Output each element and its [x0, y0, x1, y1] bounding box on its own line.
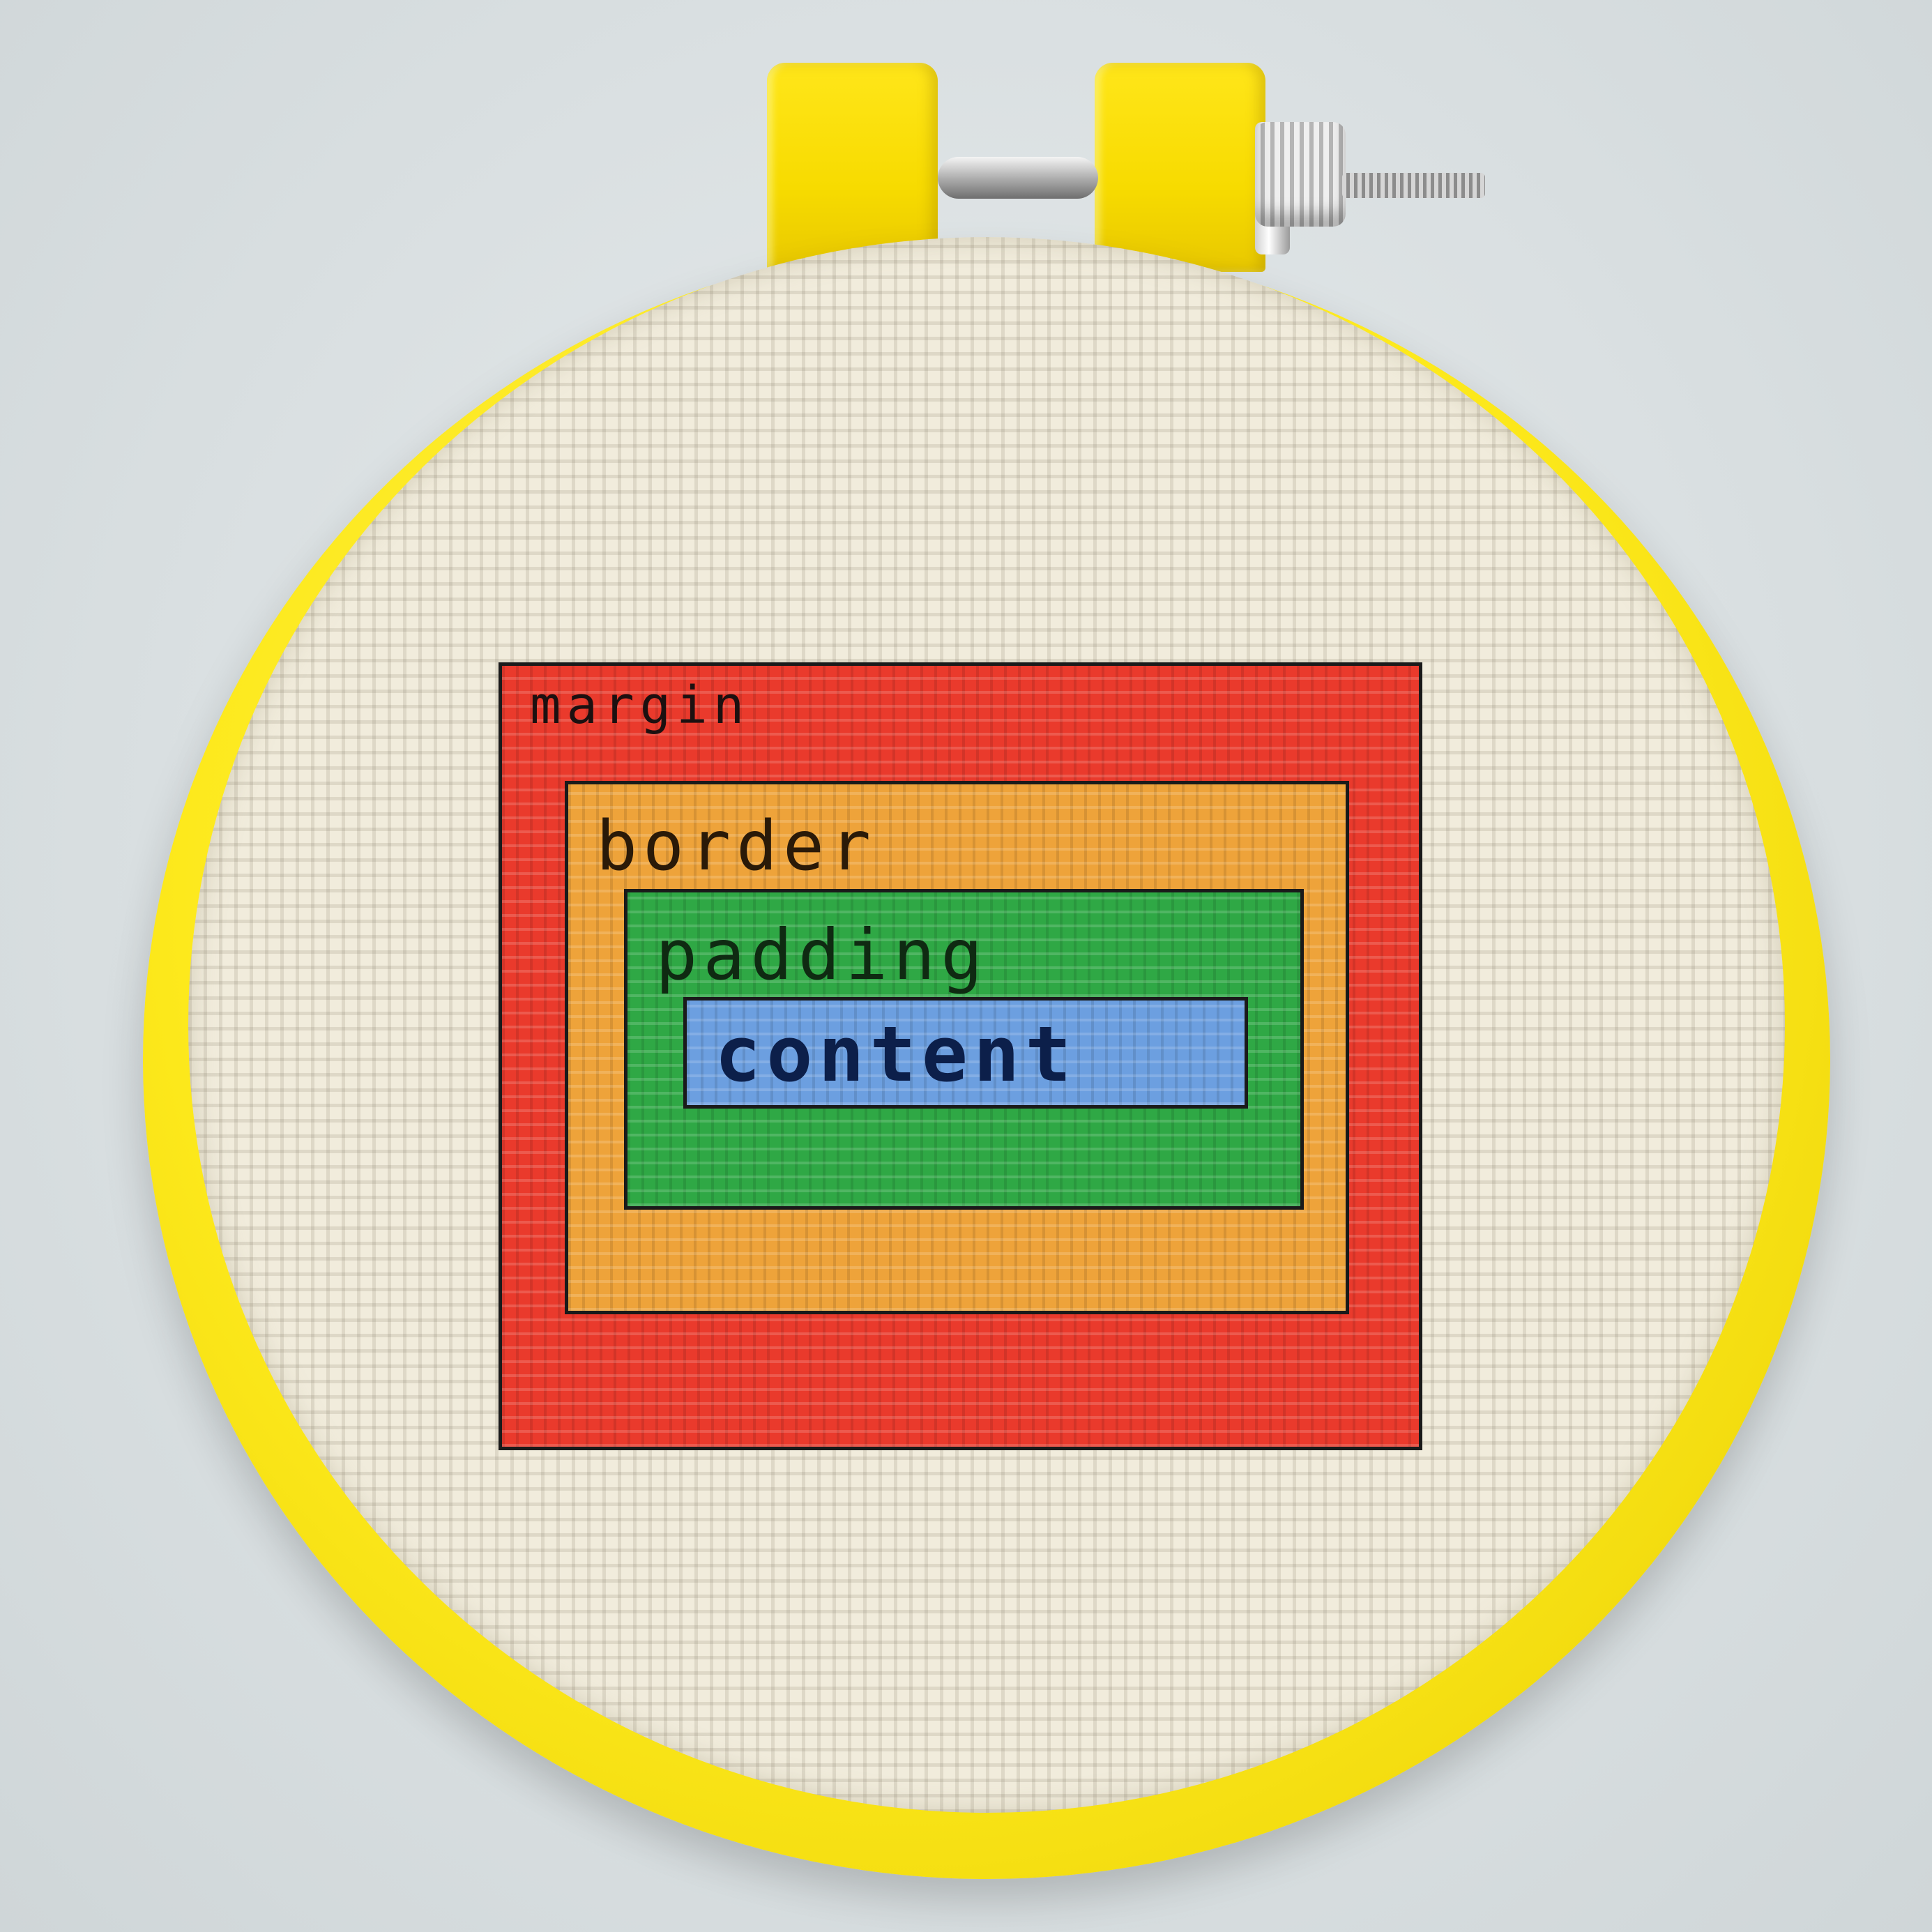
padding-box: padding content	[624, 889, 1304, 1210]
thumb-screw-nut	[1255, 122, 1346, 227]
hoop-bolt	[938, 157, 1098, 199]
hoop-screw-thread	[1342, 173, 1485, 198]
border-box: border padding content	[565, 781, 1349, 1314]
margin-label: margin	[530, 676, 750, 736]
hoop-tab-right	[1095, 63, 1265, 272]
content-label: content	[715, 1010, 1077, 1099]
margin-box: margin border padding content	[499, 662, 1422, 1450]
border-label: border	[596, 807, 877, 886]
content-box: content	[683, 997, 1248, 1109]
padding-label: padding	[655, 914, 989, 996]
photo-scene: margin border padding content	[0, 0, 1932, 1932]
aida-fabric: margin border padding content	[188, 237, 1785, 1813]
